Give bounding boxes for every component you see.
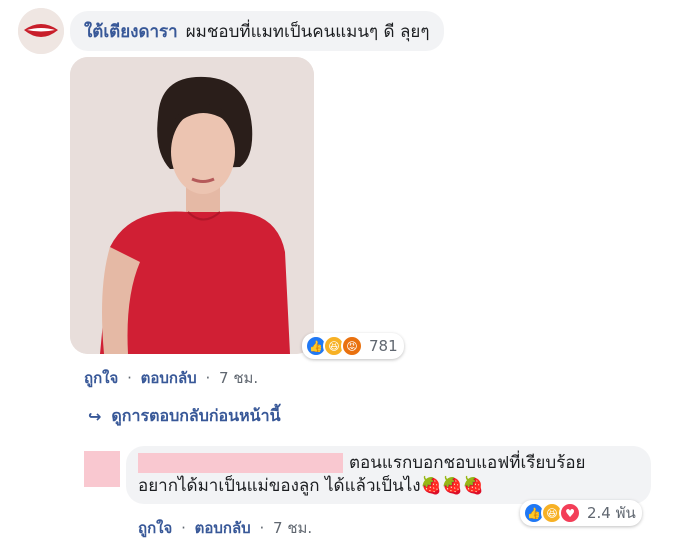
like-link[interactable]: ถูกใจ [84,369,118,387]
replier-avatar[interactable] [84,451,120,487]
separator: · [205,369,211,387]
reply-bubble: ตอนแรกบอกชอบแอฟที่เรียบร้อย อยากได้มาเป็… [126,446,651,504]
comment-author[interactable]: ใต้เตียงดารา [84,18,178,45]
separator: · [259,519,265,537]
separator: · [127,369,132,387]
reply-arrow-icon: ↪ [88,407,102,426]
love-icon: ♥ [559,502,581,524]
reply-text-line1: ตอนแรกบอกชอบแอฟที่เรียบร้อย [349,453,586,473]
reaction-count: 781 [369,337,398,355]
comment-photo[interactable] [70,57,314,354]
strawberry-emoji: 🍓🍓🍓 [420,476,485,496]
reply-actions: ถูกใจ · ตอบกลับ · 7 ชม. [138,516,316,540]
redacted-author[interactable] [138,453,343,473]
reply-text-line2: อยากได้มาเป็นแม่ของลูก ได้แล้วเป็นไง [138,476,421,496]
reply-reactions[interactable]: 👍 😆 ♥ 2.4 พัน [520,500,642,526]
reply-link[interactable]: ตอบกลับ [141,369,197,387]
comment-text: ผมชอบที่แมทเป็นคนแมนๆ ดี ลุยๆ [185,21,430,42]
comment-bubble: ใต้เตียงดารา ผมชอบที่แมทเป็นคนแมนๆ ดี ลุ… [70,11,444,51]
like-link[interactable]: ถูกใจ [138,519,172,537]
view-previous-replies[interactable]: ↪ ดูการตอบกลับก่อนหน้านี้ [88,404,281,429]
timestamp[interactable]: 7 ชม. [219,369,258,387]
comment-reactions[interactable]: 👍 😆 😡 781 [302,333,404,359]
reaction-count: 2.4 พัน [587,504,636,522]
view-previous-label: ดูการตอบกลับก่อนหน้านี้ [111,406,281,425]
reply-link[interactable]: ตอบกลับ [195,519,251,537]
separator: · [181,519,186,537]
timestamp[interactable]: 7 ชม. [273,519,312,537]
comment-actions: ถูกใจ · ตอบกลับ · 7 ชม. [84,366,262,390]
commenter-avatar[interactable] [18,8,64,54]
angry-icon: 😡 [341,335,363,357]
